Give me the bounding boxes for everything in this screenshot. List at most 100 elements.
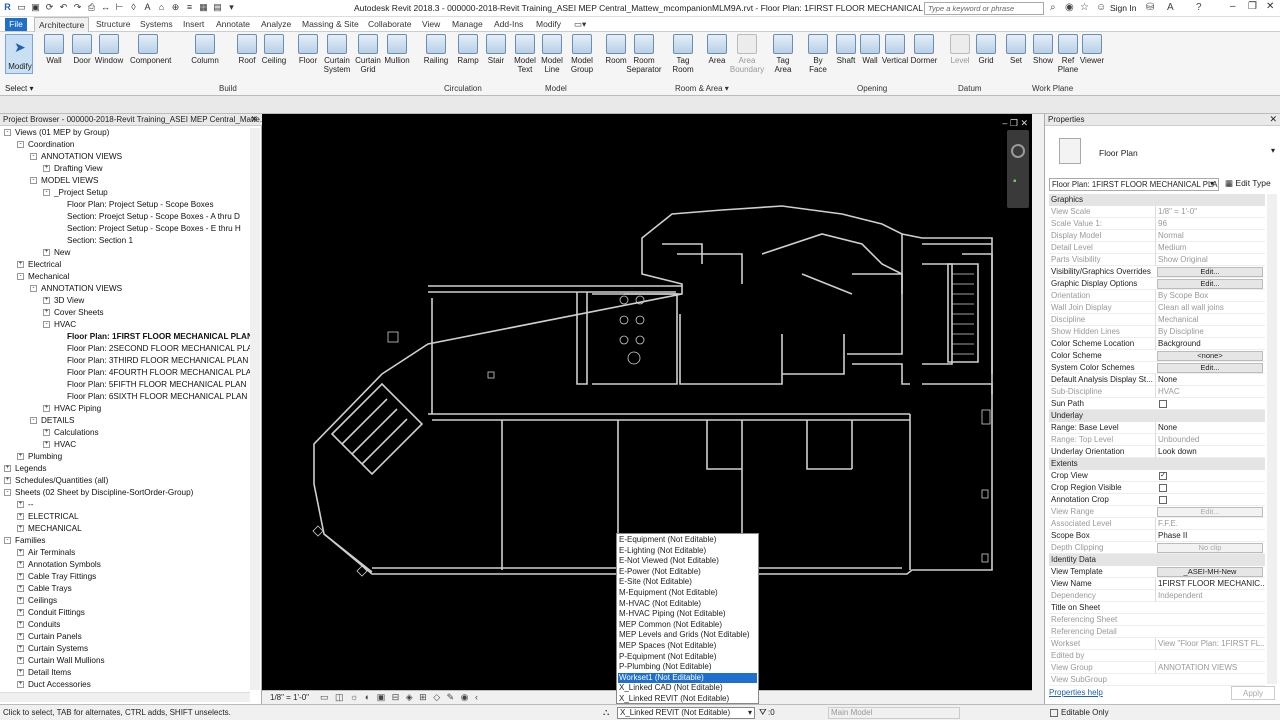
- railing-button[interactable]: Railing: [418, 34, 454, 65]
- tree-item[interactable]: + New: [43, 248, 70, 258]
- expand-icon[interactable]: +: [4, 465, 11, 473]
- expand-icon[interactable]: +: [17, 669, 24, 677]
- property-edit-button[interactable]: _ASEI-MH-New: [1157, 567, 1263, 577]
- property-edit-button[interactable]: No clip: [1157, 543, 1263, 553]
- ceiling-button[interactable]: Ceiling: [256, 34, 292, 65]
- tree-item[interactable]: + --: [17, 500, 33, 510]
- collapse-icon[interactable]: -: [43, 321, 50, 329]
- workset-option[interactable]: E-Lighting (Not Editable): [618, 546, 757, 557]
- property-value[interactable]: Phase II: [1155, 530, 1265, 542]
- 3d-view-icon[interactable]: ⌂: [156, 2, 167, 13]
- expand-icon[interactable]: +: [17, 657, 24, 665]
- tree-item[interactable]: - DETAILS: [30, 416, 75, 426]
- search-input[interactable]: Type a keyword or phrase: [924, 2, 1044, 15]
- subscription-icon[interactable]: ◉: [1065, 2, 1074, 13]
- tree-item[interactable]: - Coordination: [17, 140, 74, 150]
- ribbon-display-toggle-icon[interactable]: ▭▾: [574, 19, 586, 30]
- print-icon[interactable]: ⎙: [86, 2, 97, 13]
- tab-view[interactable]: View: [422, 19, 440, 29]
- search-icon[interactable]: ⌕: [1050, 2, 1056, 13]
- collapse-icon[interactable]: -: [30, 177, 37, 185]
- tree-item[interactable]: Floor Plan: 3THIRD FLOOR MECHANICAL PLAN: [56, 356, 248, 366]
- tree-item[interactable]: - ANNOTATION VIEWS: [30, 284, 122, 294]
- tree-item[interactable]: + Detail Items: [17, 668, 71, 678]
- undo-icon[interactable]: ↶: [58, 2, 69, 13]
- properties-section-header[interactable]: Graphics: [1049, 194, 1265, 206]
- property-edit-button[interactable]: Edit...: [1157, 507, 1263, 517]
- property-edit-button[interactable]: Edit...: [1157, 363, 1263, 373]
- tree-item[interactable]: + Duct Accessories: [17, 680, 91, 690]
- properties-section-header[interactable]: Identity Data: [1049, 554, 1265, 566]
- tab-structure[interactable]: Structure: [96, 19, 131, 29]
- tree-item[interactable]: + MECHANICAL: [17, 524, 82, 534]
- tree-item[interactable]: + Legends: [4, 464, 46, 474]
- property-value[interactable]: Background: [1155, 338, 1265, 350]
- sign-in-link[interactable]: Sign In: [1110, 3, 1136, 13]
- tree-item[interactable]: - HVAC: [43, 320, 76, 330]
- tree-item[interactable]: - MODEL VIEWS: [30, 176, 98, 186]
- view-window-controls[interactable]: ‒ ❐ ✕: [1002, 118, 1028, 129]
- dimension-icon[interactable]: ⊢: [114, 2, 125, 13]
- workset-option[interactable]: M-HVAC Piping (Not Editable): [618, 609, 757, 620]
- section-icon[interactable]: ⊕: [170, 2, 181, 13]
- tree-item[interactable]: + Curtain Systems: [17, 644, 88, 654]
- properties-section-header[interactable]: Extents: [1049, 458, 1265, 470]
- type-selector[interactable]: Floor Plan ▾: [1049, 130, 1277, 172]
- workset-option[interactable]: E-Power (Not Editable): [618, 567, 757, 578]
- tab-modify[interactable]: Modify: [536, 19, 561, 29]
- expand-icon[interactable]: +: [43, 441, 50, 449]
- property-value[interactable]: None: [1155, 422, 1265, 434]
- expand-icon[interactable]: +: [17, 525, 24, 533]
- thin-lines-icon[interactable]: ≡: [184, 2, 195, 13]
- qat-dropdown-icon[interactable]: ▾: [226, 2, 237, 13]
- tree-item[interactable]: + Cover Sheets: [43, 308, 104, 318]
- room-separator-button[interactable]: Room Separator: [626, 34, 662, 74]
- property-edit-button[interactable]: Edit...: [1157, 267, 1263, 277]
- tab-collaborate[interactable]: Collaborate: [368, 19, 411, 29]
- design-option-combo[interactable]: Main Model: [828, 707, 960, 719]
- workset-option[interactable]: E-Equipment (Not Editable): [618, 535, 757, 546]
- mullion-button[interactable]: Mullion: [379, 34, 415, 65]
- tree-item[interactable]: Section: Project Setup - Scope Boxes - E…: [56, 224, 241, 234]
- property-value[interactable]: Look down: [1155, 446, 1265, 458]
- tree-item[interactable]: - _Project Setup: [43, 188, 108, 198]
- view-scale[interactable]: 1/8" = 1'-0": [270, 693, 309, 702]
- expand-icon[interactable]: +: [17, 573, 24, 581]
- workset-option[interactable]: X_Linked REVIT (Not Editable): [618, 694, 757, 705]
- steering-wheel-icon[interactable]: [1011, 144, 1025, 158]
- modify-button[interactable]: ➤ Modify: [5, 34, 33, 74]
- collapse-icon[interactable]: -: [30, 153, 37, 161]
- switch-windows-icon[interactable]: ▤: [212, 2, 223, 13]
- tree-item[interactable]: - Sheets (02 Sheet by Discipline-SortOrde…: [4, 488, 193, 498]
- horizontal-scrollbar[interactable]: [0, 692, 250, 702]
- expand-icon[interactable]: +: [43, 405, 50, 413]
- close-icon[interactable]: ✕: [1269, 114, 1277, 125]
- expand-icon[interactable]: +: [43, 165, 50, 173]
- tree-item[interactable]: + Calculations: [43, 428, 99, 438]
- tab-architecture[interactable]: Architecture: [34, 17, 90, 32]
- tab-insert[interactable]: Insert: [183, 19, 204, 29]
- apply-button[interactable]: Apply: [1231, 686, 1275, 700]
- column-button[interactable]: Column: [187, 34, 223, 65]
- expand-icon[interactable]: +: [17, 621, 24, 629]
- expand-icon[interactable]: +: [17, 597, 24, 605]
- editable-only-checkbox[interactable]: [1050, 708, 1058, 717]
- properties-section-header[interactable]: Underlay: [1049, 410, 1265, 422]
- expand-icon[interactable]: +: [43, 429, 50, 437]
- cart-icon[interactable]: ⛁: [1146, 2, 1154, 13]
- collapse-icon[interactable]: -: [4, 537, 11, 545]
- tree-item[interactable]: Floor Plan: 4FOURTH FLOOR MECHANICAL PLA…: [56, 368, 257, 378]
- navigation-bar[interactable]: ▪: [1007, 130, 1029, 208]
- tree-item[interactable]: + HVAC: [43, 440, 76, 450]
- collapse-icon[interactable]: -: [43, 189, 50, 197]
- tree-item[interactable]: Floor Plan: 6SIXTH FLOOR MECHANICAL PLAN: [56, 392, 247, 402]
- expand-icon[interactable]: +: [4, 477, 11, 485]
- tree-item[interactable]: - Views (01 MEP by Group): [4, 128, 109, 138]
- tree-item[interactable]: + Plumbing: [17, 452, 62, 462]
- model-group-button[interactable]: Model Group: [564, 34, 600, 74]
- tree-item[interactable]: + Schedules/Quantities (all): [4, 476, 108, 486]
- area-boundary-button[interactable]: Area Boundary: [729, 34, 765, 74]
- chevron-down-icon[interactable]: ▾: [1271, 146, 1275, 155]
- component-button[interactable]: Component: [130, 34, 171, 65]
- tree-item[interactable]: + Cable Tray Fittings: [17, 572, 96, 582]
